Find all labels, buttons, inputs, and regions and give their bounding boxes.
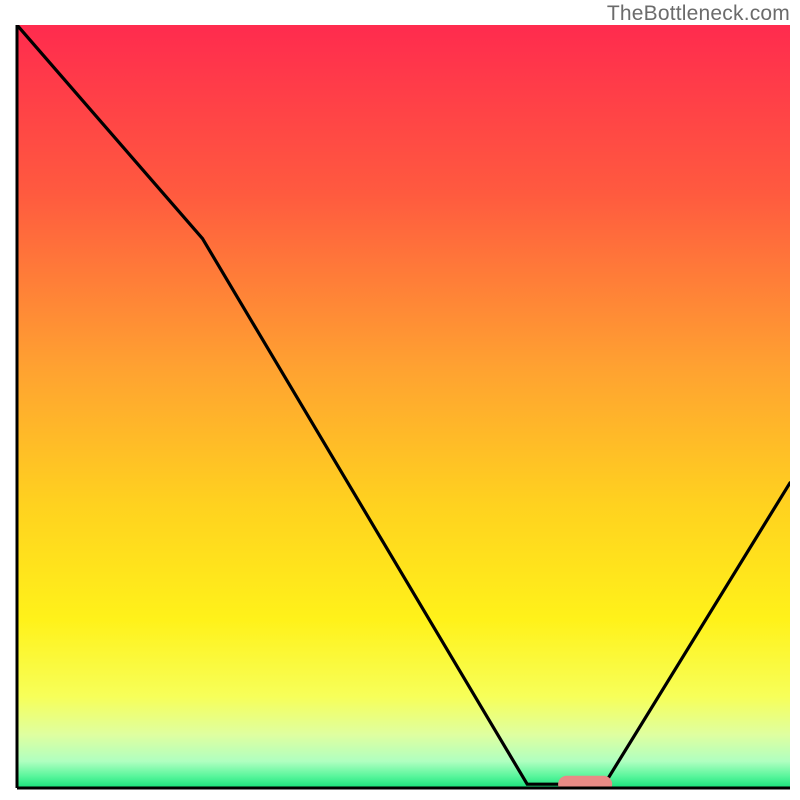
watermark-text: TheBottleneck.com <box>607 2 790 26</box>
chart-svg <box>0 0 800 800</box>
optimal-range-marker <box>558 776 612 793</box>
